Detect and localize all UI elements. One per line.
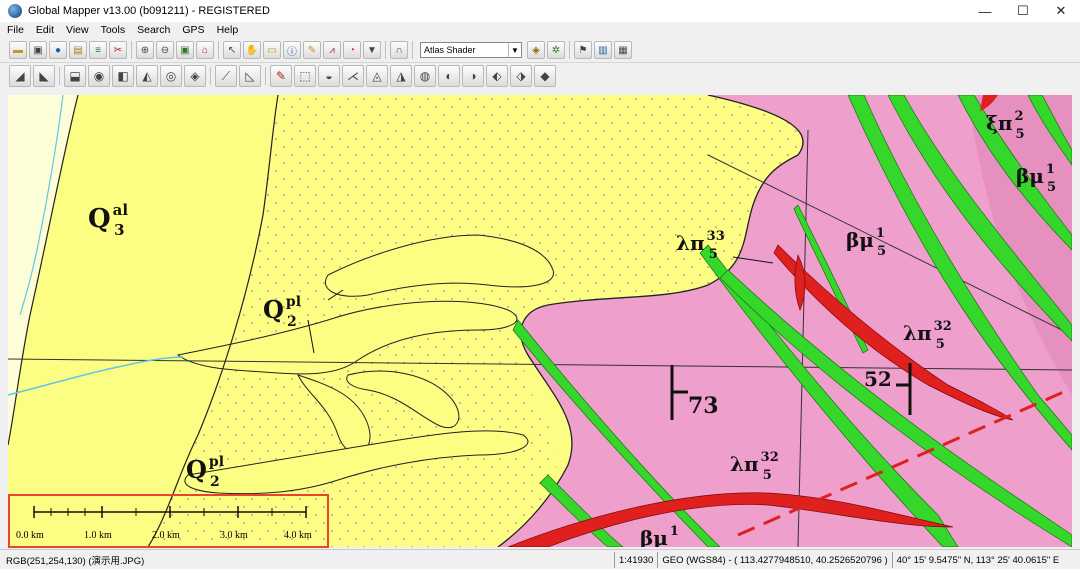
zoom-layer-icon[interactable]: ▣ (176, 41, 194, 59)
shader-options-icon[interactable]: ◈ (527, 41, 545, 59)
select-arrow-icon[interactable]: ↖ (223, 41, 241, 59)
window-title: Global Mapper v13.00 (b091211) - REGISTE… (28, 5, 270, 17)
menu-help[interactable]: Help (212, 24, 244, 36)
menu-bar: File Edit View Tools Search GPS Help (0, 22, 1080, 38)
scale-bar: 0.0 km 1.0 km 2.0 km 3.0 km 4.0 km (8, 494, 329, 548)
globe-icon (8, 4, 22, 18)
digitizer-tool-13-icon[interactable]: ◒ (318, 65, 340, 87)
toolbar-separator (265, 67, 266, 85)
open-folder-icon[interactable]: ▬ (9, 41, 27, 59)
title-bar: Global Mapper v13.00 (b091211) - REGISTE… (0, 0, 1080, 22)
info-icon[interactable]: ⓘ (283, 41, 301, 59)
digitizer-tool-1-icon[interactable]: ◢ (9, 65, 31, 87)
config-icon[interactable]: ▦ (614, 41, 632, 59)
overlay-control-icon[interactable]: ▥ (594, 41, 612, 59)
3d-view-icon[interactable]: ∩ (390, 41, 408, 59)
digitizer-tool-22-icon[interactable]: ◆ (534, 65, 556, 87)
dip-label-73: 73 (688, 393, 719, 419)
shader-config-icon[interactable]: ✲ (547, 41, 565, 59)
status-bar: RGB(251,254,130) (演示用.JPG) 1:41930 GEO (… (0, 549, 1080, 569)
digitizer-tool-15-icon[interactable]: ◬ (366, 65, 388, 87)
pan-hand-icon[interactable]: ✋ (243, 41, 261, 59)
flag-icon[interactable]: ⚑ (574, 41, 592, 59)
minimize-button[interactable]: — (966, 0, 1004, 22)
window-controls: — ☐ ✕ (966, 0, 1080, 22)
zoom-in-icon[interactable]: ⊕ (136, 41, 154, 59)
digitizer-tool-18-icon[interactable]: ◐ (438, 65, 460, 87)
menu-gps[interactable]: GPS (177, 24, 209, 36)
digitizer-tool-14-icon[interactable]: ⋌ (342, 65, 364, 87)
measure-icon[interactable]: ▭ (263, 41, 281, 59)
shader-select-value: Atlas Shader (424, 45, 476, 55)
toolbar-separator (218, 41, 219, 59)
globe-data-icon[interactable]: ● (49, 41, 67, 59)
scale-label-4: 4.0 km (284, 530, 312, 541)
close-button[interactable]: ✕ (1042, 0, 1080, 22)
view-shed-icon[interactable]: ◔ (343, 41, 361, 59)
path-profile-icon[interactable]: ⩘ (323, 41, 341, 59)
toolbar-separator (569, 41, 570, 59)
zoom-out-icon[interactable]: ⊖ (156, 41, 174, 59)
menu-view[interactable]: View (61, 24, 94, 36)
dropdown-tool-icon[interactable]: ▼ (363, 41, 381, 59)
tools-icon[interactable]: ✂ (109, 41, 127, 59)
scale-label-2: 2.0 km (152, 530, 180, 541)
scale-label-0: 0.0 km (16, 530, 44, 541)
status-dms: 40° 15' 9.5475" N, 113° 25' 40.0615" E (891, 552, 1064, 568)
status-scale: 1:41930 (614, 552, 657, 568)
map-view[interactable]: Qal 3 Qpl 2 Qpl 2 λπ 33 5 βμ 1 5 λπ 32 5 ξπ 2 5 βμ 1… (8, 95, 1072, 547)
geologic-map[interactable]: Qal 3 Qpl 2 Qpl 2 λπ 33 5 βμ 1 5 λπ 32 5 ξπ 2 5 βμ 1… (8, 95, 1072, 547)
main-toolbar: ▬ ▣ ● ▤ ≡ ✂ ⊕ ⊖ ▣ ⌂ ↖ ✋ ▭ ⓘ ✎ ⩘ ◔ ▼ ∩ At… (0, 38, 1080, 63)
digitizer-tool-19-icon[interactable]: ◑ (462, 65, 484, 87)
toolbar-separator (59, 67, 60, 85)
digitizer-tool-11-icon[interactable]: ✎ (270, 65, 292, 87)
digitizer-tool-8-icon[interactable]: ◈ (184, 65, 206, 87)
layers-icon[interactable]: ≡ (89, 41, 107, 59)
toolbar-separator (412, 41, 413, 59)
status-pixel-info: RGB(251,254,130) (演示用.JPG) (6, 556, 145, 567)
toolbar-separator (385, 41, 386, 59)
home-icon[interactable]: ⌂ (196, 41, 214, 59)
toolbar-separator (210, 67, 211, 85)
digitizer-tool-5-icon[interactable]: ◧ (112, 65, 134, 87)
menu-search[interactable]: Search (132, 24, 175, 36)
digitizer-tool-10-icon[interactable]: ◺ (239, 65, 261, 87)
menu-edit[interactable]: Edit (31, 24, 59, 36)
digitizer-tool-4-icon[interactable]: ◉ (88, 65, 110, 87)
menu-file[interactable]: File (2, 24, 29, 36)
scale-label-1: 1.0 km (84, 530, 112, 541)
save-icon[interactable]: ▣ (29, 41, 47, 59)
status-coordinates: GEO (WGS84) - ( 113.4277948510, 40.25265… (657, 552, 891, 568)
digitizer-tool-3-icon[interactable]: ⬓ (64, 65, 86, 87)
digitize-icon[interactable]: ✎ (303, 41, 321, 59)
app-window: Global Mapper v13.00 (b091211) - REGISTE… (0, 0, 1080, 569)
shader-select[interactable]: Atlas Shader ▼ (420, 42, 522, 58)
maximize-button[interactable]: ☐ (1004, 0, 1042, 22)
scale-label-3: 3.0 km (220, 530, 248, 541)
catalog-icon[interactable]: ▤ (69, 41, 87, 59)
digitizer-tool-17-icon[interactable]: ◍ (414, 65, 436, 87)
dip-label-52: 52 (864, 367, 892, 391)
digitizer-tool-6-icon[interactable]: ◭ (136, 65, 158, 87)
chevron-down-icon[interactable]: ▼ (508, 43, 521, 57)
digitizer-tool-16-icon[interactable]: ◮ (390, 65, 412, 87)
toolbar-separator (131, 41, 132, 59)
digitizer-tool-7-icon[interactable]: ◎ (160, 65, 182, 87)
digitizer-tool-21-icon[interactable]: ⬗ (510, 65, 532, 87)
menu-tools[interactable]: Tools (96, 24, 131, 36)
digitizer-tool-9-icon[interactable]: ⟋ (215, 65, 237, 87)
digitizer-tool-2-icon[interactable]: ◣ (33, 65, 55, 87)
digitizer-toolbar: ◢ ◣ ⬓ ◉ ◧ ◭ ◎ ◈ ⟋ ◺ ✎ ⬚ ◒ ⋌ ◬ ◮ ◍ ◐ ◑ ⬖ … (0, 64, 580, 88)
digitizer-tool-12-icon[interactable]: ⬚ (294, 65, 316, 87)
digitizer-tool-20-icon[interactable]: ⬖ (486, 65, 508, 87)
